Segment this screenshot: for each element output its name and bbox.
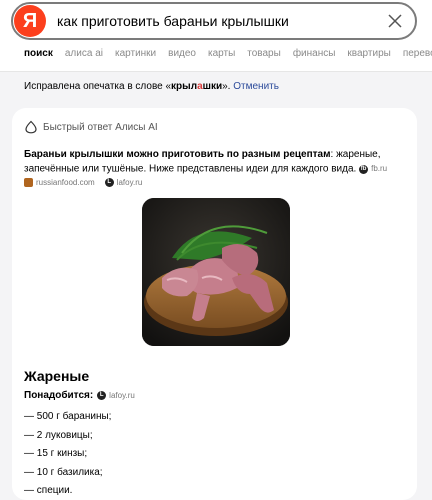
corrected-word: крылашки (171, 81, 222, 92)
tab-search[interactable]: поиск (24, 46, 53, 68)
answer-text: Бараньи крылышки можно приготовить по ра… (24, 148, 404, 177)
corrected-word-start: крыл (171, 81, 198, 92)
search-tabs: поиск алиса ai картинки видео карты това… (24, 46, 432, 68)
tab-alice[interactable]: алиса ai (65, 46, 103, 68)
answer-sources: russianfood.com Llafoy.ru (24, 178, 142, 187)
cancel-correction-link[interactable]: Отменить (233, 81, 279, 92)
ingredients-list: — 500 г баранины; — 2 луковицы; — 15 г к… (24, 408, 111, 500)
source-fb-label: fb.ru (371, 164, 388, 173)
spelling-prefix: Исправлена опечатка в слове « (24, 81, 172, 92)
needs-label: Понадобится: (24, 390, 94, 401)
tab-realty[interactable]: квартиры (347, 46, 390, 68)
list-item: — 2 луковицы; (24, 429, 93, 441)
dish-photo[interactable] (142, 198, 290, 346)
tab-finance[interactable]: финансы (293, 46, 336, 68)
alice-answer-card: Быстрый ответ Алисы AI Бараньи крылышки … (12, 108, 417, 500)
section-title: Жареные (24, 368, 90, 384)
tab-video[interactable]: видео (168, 46, 196, 68)
corrected-word-end: шки (202, 81, 223, 92)
tab-products[interactable]: товары (247, 46, 281, 68)
source-lafoy-label: lafoy.ru (116, 178, 143, 187)
answer-bold: Бараньи крылышки можно приготовить по ра… (24, 149, 331, 160)
dish-illustration (142, 198, 290, 346)
spelling-correction: Исправлена опечатка в слове «крылашки». … (24, 80, 279, 94)
list-item: — специи. (24, 485, 73, 496)
list-item: — 500 г баранины; (24, 411, 112, 422)
source-russianfood[interactable]: russianfood.com (24, 178, 95, 187)
search-bar[interactable]: Я как приготовить бараньи крылышки (11, 2, 417, 40)
source-russianfood-label: russianfood.com (36, 178, 95, 187)
alice-label: Быстрый ответ Алисы AI (43, 121, 158, 133)
lafoy-icon: L (104, 178, 114, 187)
source-lafoy-needs[interactable]: Llafoy.ru (97, 391, 135, 400)
header-divider (0, 71, 432, 72)
spelling-suffix: ». (222, 81, 231, 92)
source-lafoy-needs-label: lafoy.ru (109, 391, 135, 400)
yandex-logo[interactable]: Я (14, 5, 46, 37)
close-icon[interactable] (387, 13, 403, 29)
tab-maps[interactable]: карты (208, 46, 235, 68)
source-fb[interactable]: fb fb.ru (359, 162, 387, 176)
fb-icon: fb (359, 164, 369, 174)
tab-images[interactable]: картинки (115, 46, 156, 68)
alice-icon (25, 120, 37, 134)
list-item: — 10 г базилика; (24, 466, 103, 478)
lafoy-icon: L (97, 391, 107, 400)
list-item: — 15 г кинзы; (24, 448, 88, 459)
search-input[interactable]: как приготовить бараньи крылышки (57, 13, 289, 29)
tab-translator[interactable]: переводчик (403, 46, 432, 68)
alice-header: Быстрый ответ Алисы AI (24, 120, 158, 134)
source-lafoy[interactable]: Llafoy.ru (104, 178, 143, 187)
needs-row: Понадобится: Llafoy.ru (24, 390, 135, 401)
header: Я как приготовить бараньи крылышки поиск… (0, 0, 432, 72)
russianfood-icon (24, 178, 33, 187)
